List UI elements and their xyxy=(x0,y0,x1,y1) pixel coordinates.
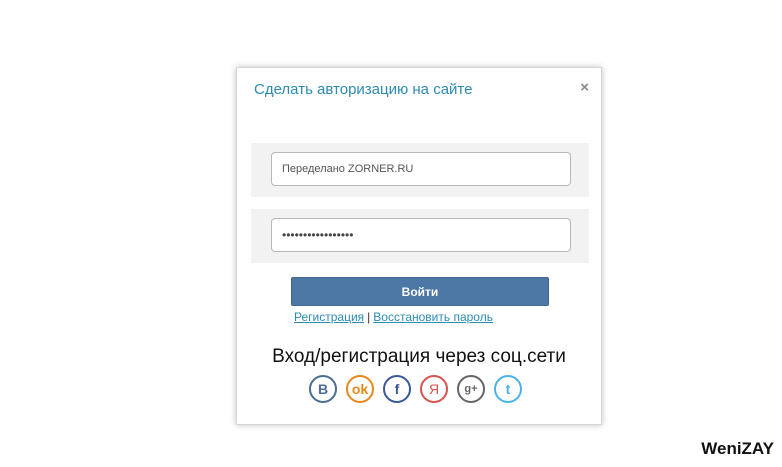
social-buttons: B ok f Я g+ t xyxy=(309,375,531,403)
login-button[interactable]: Войти xyxy=(291,277,549,306)
login-field-container xyxy=(251,143,589,197)
register-link[interactable]: Регистрация xyxy=(294,310,364,324)
facebook-icon[interactable]: f xyxy=(383,375,411,403)
yandex-icon[interactable]: Я xyxy=(420,375,448,403)
login-input[interactable] xyxy=(271,152,571,186)
link-separator: | xyxy=(367,310,371,324)
login-modal: Сделать авторизацию на сайте × Войти Рег… xyxy=(236,67,602,425)
modal-title: Сделать авторизацию на сайте xyxy=(254,81,473,98)
password-field-container xyxy=(251,209,589,263)
vk-icon[interactable]: B xyxy=(309,375,337,403)
restore-password-link[interactable]: Восстановить пароль xyxy=(373,310,493,324)
password-input[interactable] xyxy=(271,218,571,252)
page: Сделать авторизацию на сайте × Войти Рег… xyxy=(0,0,782,467)
twitter-icon[interactable]: t xyxy=(494,375,522,403)
google-plus-icon[interactable]: g+ xyxy=(457,375,485,403)
social-heading: Вход/регистрация через соц.сети xyxy=(272,346,566,367)
close-icon[interactable]: × xyxy=(580,80,589,95)
odnoklassniki-icon[interactable]: ok xyxy=(346,375,374,403)
watermark: WeniZAY xyxy=(701,439,774,458)
auth-links: Регистрация | Восстановить пароль xyxy=(294,310,493,324)
